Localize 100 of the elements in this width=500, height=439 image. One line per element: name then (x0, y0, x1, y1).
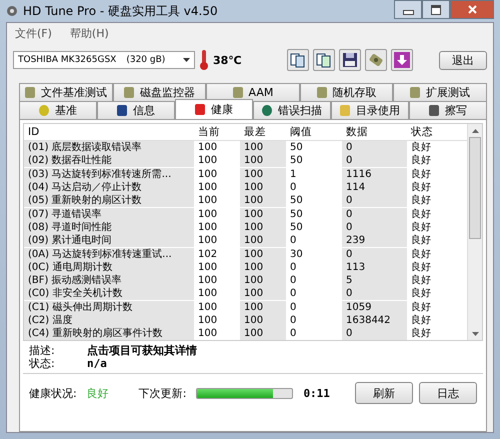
download-button[interactable] (390, 49, 413, 71)
table-cell-text: 良好 (410, 194, 432, 208)
tab[interactable]: 基准 (19, 101, 97, 119)
table-cell: (0A) 马达旋转到标准转速重试... (24, 248, 194, 261)
table-cell-text: 102 (197, 248, 218, 261)
table-cell: 0 (342, 287, 407, 300)
scroll-down-icon[interactable] (472, 332, 478, 336)
scrollbar[interactable] (467, 124, 482, 340)
refresh-button[interactable]: 刷新 (355, 382, 413, 404)
table-cell-text: 50 (289, 141, 304, 154)
table-cell: 100 (240, 168, 286, 181)
table-cell: (BF) 振动感测错误率 (24, 274, 194, 288)
tab[interactable]: 文件基准测试 (19, 83, 113, 101)
table-cell: 100 (240, 327, 286, 340)
table-cell-text: 良好 (410, 248, 432, 261)
drive-dropdown[interactable]: TOSHIBA MK3265GSX (320 gB) (13, 51, 195, 69)
table-cell: 100 (240, 141, 286, 154)
table-cell: (01) 底层数据读取错误率 (24, 141, 194, 154)
table-cell: (08) 寻道时间性能 (24, 220, 194, 234)
table-cell-text: 0 (289, 287, 298, 300)
health-status: 良好 (86, 386, 109, 401)
tab[interactable]: AAM (206, 83, 300, 101)
table-cell: 0 (342, 327, 407, 340)
table-cell-text: 100 (197, 234, 218, 248)
floppy-button[interactable] (338, 49, 361, 71)
table-cell-text: 良好 (410, 234, 432, 248)
table-cell-text: 50 (289, 194, 304, 208)
table-cell: 5 (342, 274, 407, 288)
table-cell-text: 良好 (410, 154, 432, 168)
description-label: 描述: (29, 344, 56, 358)
table-cell: (C2) 温度 (24, 314, 194, 327)
table-cell: 100 (240, 260, 286, 274)
table-cell-text: 良好 (410, 260, 432, 274)
table-cell: 100 (240, 234, 286, 248)
column-header[interactable]: 阈值 (286, 126, 342, 138)
table-cell: 0 (342, 208, 407, 221)
tab[interactable]: 错误扫描 (253, 101, 331, 119)
status-label: 状态: (29, 357, 56, 370)
table-cell-text: 0 (289, 327, 298, 340)
copy-button[interactable] (286, 49, 309, 71)
maximize-button[interactable] (422, 0, 450, 19)
description-text: 点击项目可获知其详情 (87, 344, 197, 358)
column-header[interactable]: ID (24, 126, 194, 138)
minimize-button[interactable] (394, 0, 422, 19)
tab[interactable]: 目录使用 (331, 101, 409, 119)
countdown-time: 0:11 (303, 386, 330, 400)
download-icon (394, 52, 410, 68)
tab[interactable]: 扩展测试 (393, 83, 487, 101)
close-icon (468, 5, 476, 14)
close-button[interactable] (450, 0, 494, 19)
tab[interactable]: 信息 (97, 101, 175, 119)
table-cell: (C4) 重新映射的扇区事件计数 (24, 327, 194, 340)
table-cell: (09) 累计通电时间 (24, 234, 194, 248)
log-button[interactable]: 日志 (419, 382, 477, 404)
table-cell-text: 良好 (410, 208, 432, 221)
tab[interactable]: 健康 (175, 99, 253, 119)
table-cell: 0 (342, 154, 407, 168)
table-cell-text: 0 (289, 300, 298, 314)
table-cell: 239 (342, 234, 407, 248)
table-cell: (04) 马达启动／停止计数 (24, 181, 194, 194)
table-cell-text: 0 (289, 274, 298, 288)
menu-item[interactable]: 帮助(H) (70, 26, 109, 40)
table-cell: 0 (342, 194, 407, 208)
table-cell: 0 (342, 248, 407, 261)
table-cell-text: 100 (197, 208, 218, 221)
table-cell: 100 (240, 181, 286, 194)
table-cell-text: 100 (197, 181, 218, 194)
table-cell: (07) 寻道错误率 (24, 208, 194, 221)
table-cell: 100 (240, 274, 286, 288)
column-header[interactable]: 当前 (194, 126, 240, 138)
menu-item[interactable]: 文件(F) (15, 26, 52, 40)
tab[interactable]: 磁盘监控器 (112, 83, 206, 101)
table-cell-text: 良好 (410, 181, 432, 194)
column-header[interactable]: 数据 (342, 126, 407, 138)
table-cell: (05) 重新映射的扇区计数 (24, 194, 194, 208)
table-cell: 100 (240, 300, 286, 314)
tab[interactable]: 擦写 (409, 101, 487, 119)
tab[interactable]: 随机存取 (300, 83, 394, 101)
copy-icon (316, 52, 332, 68)
table-cell-text: 良好 (410, 300, 432, 314)
table-cell: (03) 马达旋转到标准转速所需... (24, 168, 194, 181)
caret-icon (183, 58, 190, 62)
table-cell: 0 (342, 141, 407, 154)
exit-button[interactable]: 退出 (439, 50, 487, 70)
column-header[interactable]: 最差 (240, 126, 286, 138)
column-header[interactable]: 状态 (407, 126, 447, 138)
table-cell: 100 (240, 314, 286, 327)
table-cell: 113 (342, 260, 407, 274)
table-cell: 1638442 (342, 314, 407, 327)
scroll-up-icon[interactable] (472, 128, 478, 132)
table-cell-text: 100 (197, 141, 218, 154)
table-cell-text: 良好 (410, 168, 432, 181)
health-label: 健康状况: (29, 386, 77, 401)
table-cell-text: 良好 (410, 141, 432, 154)
copy-button[interactable] (312, 49, 335, 71)
table-cell: (C1) 磁头伸出周期计数 (24, 300, 194, 314)
floppy-icon (342, 52, 358, 68)
app-icon (6, 5, 18, 17)
table-cell: 100 (240, 248, 286, 261)
table-cell: (0C) 通电周期计数 (24, 260, 194, 274)
